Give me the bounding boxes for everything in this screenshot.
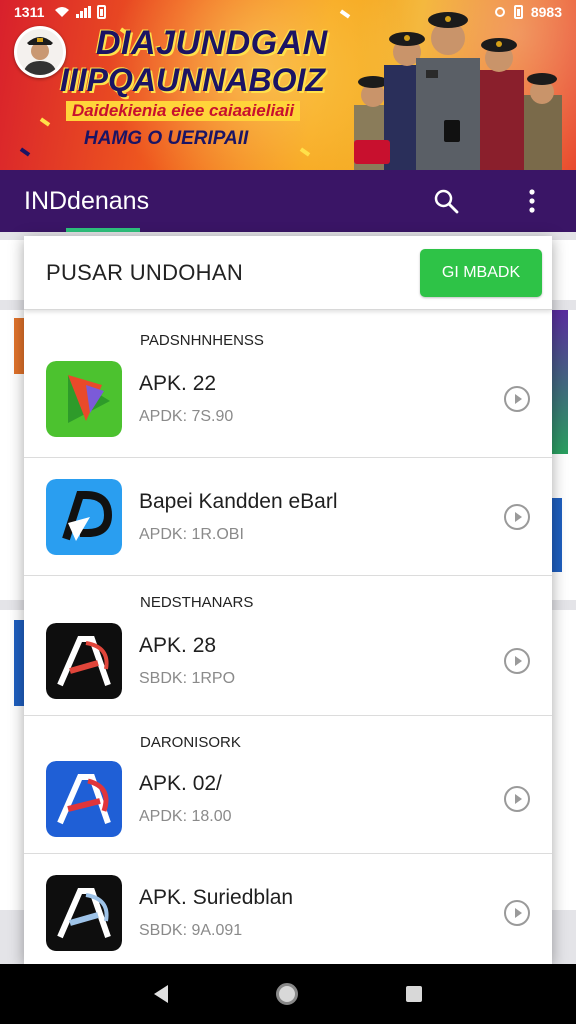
list-item[interactable]: Bapei Kandden eBarl APDK: 1R.OBI (24, 458, 552, 576)
officers-illustration (354, 12, 562, 170)
background-strip (552, 498, 562, 572)
app-version: SBDK: 1RPO (139, 670, 236, 687)
dialog-title: PUSAR UNDOHAN (46, 259, 244, 285)
settings-status-icon (494, 7, 505, 17)
home-icon[interactable] (276, 983, 298, 1005)
play-button[interactable] (504, 648, 530, 674)
list-item[interactable]: PADSNHNHENSS APK. 22 APDK: 7S.90 (24, 310, 552, 458)
confetti-decoration (19, 147, 31, 157)
play-icon (514, 394, 522, 404)
list-item[interactable]: APK. Suriedblan SBDK: 9A.091 (24, 854, 552, 964)
blue-red-ad-app-icon (46, 761, 122, 837)
download-center-dialog: PUSAR UNDOHAN GI MBADK PADSNHNHENSS APK.… (24, 236, 552, 964)
more-options-button[interactable] (512, 181, 552, 221)
app-name: APK. Suriedblan (139, 886, 294, 909)
more-vert-icon (529, 189, 535, 213)
play-button[interactable] (504, 386, 530, 412)
primary-action-button[interactable]: GI MBADK (420, 248, 542, 297)
app-version: APDK: 18.00 (139, 808, 232, 825)
battery-status-icon (513, 5, 523, 19)
app-version: APDK: 1R.OBI (139, 526, 244, 543)
app-version: APDK: 7S.90 (139, 408, 234, 425)
play-icon (514, 512, 522, 522)
black-ad-app-icon (46, 875, 122, 951)
back-icon[interactable] (154, 985, 168, 1003)
system-nav-bar (0, 964, 576, 1024)
green-arrow-app-icon (46, 361, 122, 437)
background-strip (14, 318, 24, 374)
banner-subtitle-line2: HAMG O UERIPAII (84, 128, 249, 149)
play-button[interactable] (504, 504, 530, 530)
status-battery-text: 8983 (530, 4, 562, 20)
play-button[interactable] (504, 786, 530, 812)
app-name: Bapei Kandden eBarl (139, 490, 338, 513)
status-time: 1311 (14, 4, 45, 20)
banner-title-line2: IIIPQAUNNABOIZ (60, 62, 325, 98)
list-item[interactable]: DARONISORK APK. 02/ APDK: 18.00 (24, 716, 552, 854)
app-bar: INDdenans (0, 170, 576, 232)
black-ad-app-icon (46, 623, 122, 699)
banner-title-line1: DIAJUNDGAN (96, 24, 328, 62)
battery-icon (97, 5, 107, 19)
banner-subtitle-line1: Daidekienia eiee caiaaieliaii (66, 101, 301, 121)
wifi-icon (55, 7, 70, 17)
play-icon (514, 794, 522, 804)
promo-banner[interactable]: 1311 8983 DIAJUNDGAN IIIPQAUNNABOIZ Daid… (0, 0, 576, 170)
dialog-header: PUSAR UNDOHAN GI MBADK (24, 236, 552, 310)
section-label: NEDSTHANARS (140, 594, 254, 611)
status-bar: 1311 8983 (0, 0, 576, 24)
avatar[interactable] (14, 26, 66, 78)
app-name: APK. 02/ (139, 772, 222, 795)
app-name: APK. 22 (139, 372, 217, 395)
signal-icon (76, 6, 92, 18)
play-button[interactable] (504, 900, 530, 926)
confetti-decoration (39, 117, 51, 127)
confetti-decoration (299, 147, 311, 157)
section-label: PADSNHNHENSS (140, 332, 264, 349)
play-icon (514, 656, 522, 666)
app-version: SBDK: 9A.091 (139, 922, 243, 939)
background-strip (14, 620, 24, 706)
recent-apps-icon[interactable] (406, 986, 422, 1002)
play-icon (514, 908, 522, 918)
search-icon (434, 189, 459, 214)
blue-ap-app-icon (46, 479, 122, 555)
background-strip (552, 310, 568, 454)
app-name: APK. 28 (139, 634, 217, 657)
app-bar-title: INDdenans (24, 186, 150, 215)
section-label: DARONISORK (140, 734, 241, 751)
list-item[interactable]: NEDSTHANARS APK. 28 SBDK: 1RPO (24, 576, 552, 716)
search-button[interactable] (426, 181, 466, 221)
